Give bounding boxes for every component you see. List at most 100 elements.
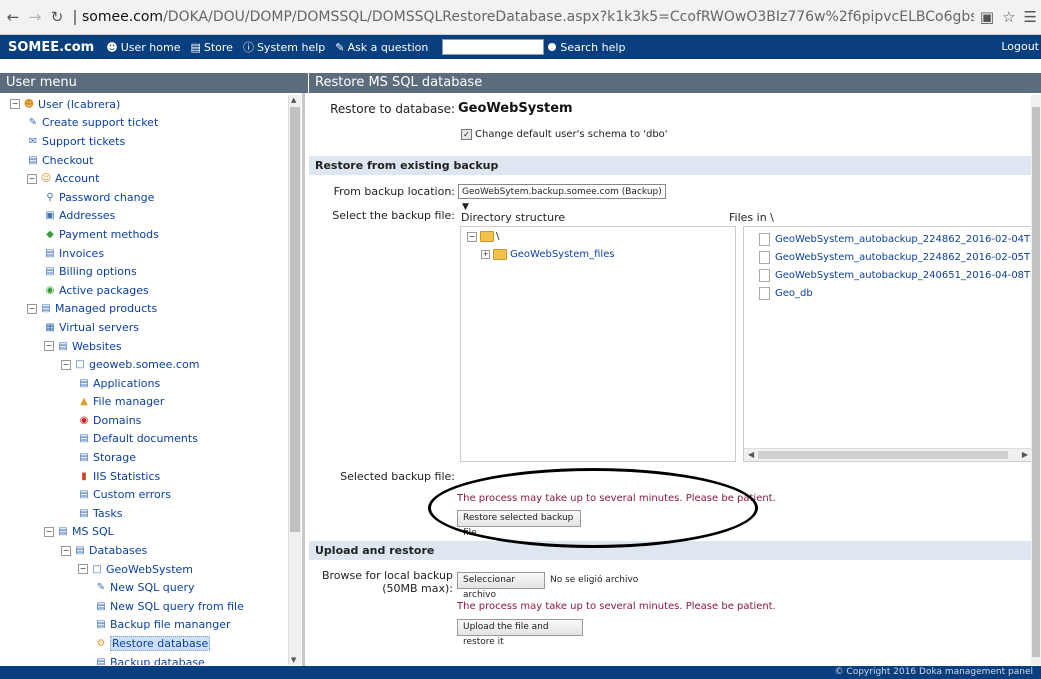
file-item[interactable]: GeoWebSystem_autobackup_224862_2016-02-0… (759, 248, 1031, 266)
upload-restore-button[interactable]: Upload the file and restore it (457, 619, 583, 647)
select-file-label: Select the backup file: (332, 209, 455, 222)
sidebar-item-file-manager[interactable]: ▲ File manager (0, 393, 285, 412)
reload-icon[interactable]: ↻ (48, 8, 66, 26)
collapse-icon[interactable]: − (44, 341, 54, 352)
file-icon (759, 268, 770, 282)
sidebar-item-label: Virtual servers (59, 320, 139, 334)
collapse-icon[interactable]: − (10, 99, 20, 110)
products-icon: ▤ (41, 303, 51, 315)
sidebar-item-managed-products[interactable]: − ▤ Managed products (0, 300, 285, 319)
sidebar-item-label: Websites (72, 339, 122, 353)
file-item[interactable]: GeoWebSystem_autobackup_240651_2016-04-0… (759, 266, 1031, 284)
restore-icon: ⚙ (96, 638, 106, 650)
backup-location-select[interactable]: GeoWebSytem.backup.somee.com (Backup) ▼ (458, 184, 666, 212)
sidebar-item-user-lcabrera[interactable]: − ☻ User (lcabrera) (0, 95, 285, 114)
sidebar-item-create-support-ticket[interactable]: ✎ Create support ticket (0, 114, 285, 133)
sidebar-item-billing-options[interactable]: ▤ Billing options (0, 262, 285, 281)
scroll-down-icon[interactable]: ▼ (291, 656, 296, 664)
sidebar-item-label: Restore database (110, 636, 211, 652)
sidebar-item-restore-database[interactable]: ⚙ Restore database (0, 634, 285, 653)
sidebar-item-label: Custom errors (93, 488, 171, 502)
directory-tree-box: − \ + GeoWebSystem_files (460, 226, 736, 462)
collapse-icon[interactable]: − (467, 231, 477, 242)
collapse-icon[interactable]: − (27, 303, 37, 314)
sidebar-item-geowebsystem[interactable]: − □ GeoWebSystem (0, 560, 285, 579)
translate-icon[interactable]: ▣ (980, 8, 994, 26)
sidebar-item-label: Tasks (93, 506, 123, 520)
sidebar-item-iis-statistics[interactable]: ▮ IIS Statistics (0, 467, 285, 486)
back-icon[interactable]: ← (4, 8, 22, 26)
sidebar-item-custom-errors[interactable]: ▤ Custom errors (0, 485, 285, 504)
nav-ask-question[interactable]: ✎ Ask a question (335, 41, 428, 54)
right-scrollbar[interactable] (1031, 95, 1041, 665)
dir-root-row[interactable]: − \ (467, 231, 499, 242)
menu-icon[interactable]: ☰ (1024, 8, 1037, 26)
page-title: Restore MS SQL database (309, 73, 1041, 93)
sidebar-item-tasks[interactable]: ▤ Tasks (0, 504, 285, 523)
scroll-right-icon[interactable]: ▶ (1022, 450, 1028, 459)
sidebar-item-applications[interactable]: ▤ Applications (0, 374, 285, 393)
sidebar-item-label: Create support ticket (42, 116, 159, 130)
sidebar-item-new-sql-query-from-file[interactable]: ▤ New SQL query from file (0, 597, 285, 616)
sidebar-item-payment-methods[interactable]: ◆ Payment methods (0, 225, 285, 244)
schema-checkbox[interactable]: ✓ (461, 129, 472, 140)
user-menu-title: User menu (0, 73, 308, 93)
copyright-text: © Copyright 2016 Doka management panel (834, 667, 1033, 677)
address-bar[interactable]: somee.com/DOKA/DOU/DOMP/DOMSSQL/DOMSSQLR… (74, 9, 974, 25)
collapse-icon[interactable]: − (44, 526, 54, 537)
restore-backup-button[interactable]: Restore selected backup file (457, 510, 581, 538)
files-hscroll-thumb[interactable] (758, 451, 1008, 459)
collapse-icon[interactable]: − (61, 545, 71, 556)
expand-icon[interactable]: + (481, 250, 490, 259)
sidebar-item-backup-database[interactable]: ▤ Backup database (0, 653, 285, 665)
sidebar-item-default-documents[interactable]: ▤ Default documents (0, 430, 285, 449)
sidebar-item-backup-file-mananger[interactable]: ▤ Backup file mananger (0, 616, 285, 635)
sidebar-item-label: File manager (93, 395, 165, 409)
scroll-left-icon[interactable]: ◀ (748, 450, 754, 459)
sidebar-item-label: Default documents (93, 432, 198, 446)
sidebar-item-databases[interactable]: − ▤ Databases (0, 541, 285, 560)
forward-icon[interactable]: → (26, 8, 44, 26)
database-icon: □ (92, 563, 102, 575)
search-help-link[interactable]: Search help (560, 41, 625, 54)
right-scroll-thumb[interactable] (1032, 107, 1040, 657)
left-scroll-thumb[interactable] (290, 107, 300, 532)
sidebar-item-active-packages[interactable]: ◉ Active packages (0, 281, 285, 300)
collapse-icon[interactable]: − (27, 173, 37, 184)
sidebar-item-domains[interactable]: ◉ Domains (0, 411, 285, 430)
sidebar-item-storage[interactable]: ▤ Storage (0, 448, 285, 467)
sidebar-item-ms-sql[interactable]: − ▤ MS SQL (0, 523, 285, 542)
nav-user-home[interactable]: ☻ User home (106, 41, 180, 54)
sidebar-item-checkout[interactable]: ▤ Checkout (0, 151, 285, 170)
sidebar-item-geoweb-somee-com[interactable]: − □ geoweb.somee.com (0, 355, 285, 374)
sidebar-item-invoices[interactable]: ▤ Invoices (0, 244, 285, 263)
files-hscrollbar[interactable]: ◀ ▶ (744, 448, 1031, 461)
choose-file-button[interactable]: Seleccionar archivo (457, 572, 545, 600)
sidebar-item-addresses[interactable]: ▣ Addresses (0, 207, 285, 226)
browser-toolbar: ← → ↻ somee.com/DOKA/DOU/DOMP/DOMSSQL/DO… (0, 0, 1041, 35)
sidebar-item-websites[interactable]: − ▤ Websites (0, 337, 285, 356)
collapse-icon[interactable]: − (61, 359, 71, 370)
sidebar-item-new-sql-query[interactable]: ✎ New SQL query (0, 578, 285, 597)
statistics-icon: ▮ (81, 470, 87, 482)
sidebar-item-label: Domains (93, 413, 142, 427)
brand-logo[interactable]: SOMEE.com (8, 40, 94, 55)
search-input[interactable] (442, 39, 545, 55)
sidebar-item-password-change[interactable]: ⚲ Password change (0, 188, 285, 207)
nav-store[interactable]: ▤ Store (190, 41, 232, 54)
dir-child-row[interactable]: + GeoWebSystem_files (481, 249, 615, 260)
sidebar-item-account[interactable]: − ☺ Account (0, 169, 285, 188)
collapse-icon[interactable]: − (78, 564, 88, 575)
sidebar-item-label: Invoices (59, 246, 105, 260)
search-radio-icon[interactable] (548, 43, 557, 51)
file-item[interactable]: GeoWebSystem_autobackup_224862_2016-02-0… (759, 230, 1031, 248)
logout-link[interactable]: Logout (1001, 40, 1039, 53)
star-icon[interactable]: ☆ (1002, 8, 1015, 26)
nav-system-help[interactable]: ⓘ System help (243, 39, 325, 55)
directory-structure-title: Directory structure (461, 211, 566, 224)
scroll-up-icon[interactable]: ▲ (291, 96, 296, 104)
file-item[interactable]: Geo_db (759, 284, 1031, 302)
sidebar-item-support-tickets[interactable]: ✉ Support tickets (0, 132, 285, 151)
left-scrollbar[interactable]: ▲ ▼ (288, 95, 301, 665)
sidebar-item-virtual-servers[interactable]: ▦ Virtual servers (0, 318, 285, 337)
